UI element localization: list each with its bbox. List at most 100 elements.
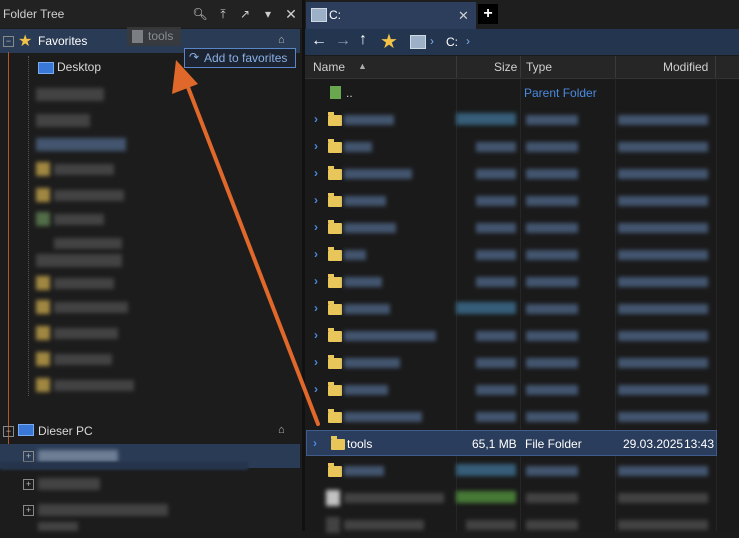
folder-icon [328, 463, 342, 477]
column-size[interactable]: Size [494, 60, 517, 74]
expand-chevron-icon[interactable]: › [314, 382, 318, 396]
file-row[interactable]: › [306, 323, 716, 349]
folder-icon [132, 30, 143, 43]
redacted-tree-item[interactable] [54, 190, 124, 201]
file-row[interactable]: › [306, 404, 716, 430]
expand-chevron-icon[interactable]: › [314, 247, 318, 261]
link-icon: ↷ [189, 50, 200, 64]
back-icon[interactable]: ← [311, 32, 327, 50]
expand-chevron-icon[interactable]: › [313, 436, 317, 450]
tree-item-drive[interactable]: + [0, 472, 300, 496]
redacted-tree-item[interactable] [54, 238, 122, 249]
file-row[interactable] [306, 458, 716, 484]
expand-chevron-icon[interactable]: › [314, 112, 318, 126]
folder-icon [328, 274, 342, 288]
pin-icon[interactable]: ⌂ [278, 424, 285, 436]
collapse-icon[interactable]: − [3, 36, 14, 47]
expand-chevron-icon[interactable]: › [314, 355, 318, 369]
up-icon[interactable]: ↑ [359, 31, 367, 49]
column-type[interactable]: Type [526, 60, 552, 74]
redacted-tree-item[interactable] [36, 88, 104, 101]
file-row[interactable]: › [306, 107, 716, 133]
column-name[interactable]: Name [313, 60, 345, 74]
close-icon[interactable]: ✕ [283, 6, 299, 22]
expand-chevron-icon[interactable]: › [314, 409, 318, 423]
breadcrumb-c-drive[interactable]: C: [446, 35, 458, 49]
favorites-label: Favorites [38, 34, 88, 48]
add-to-favorites-label: Add to favorites [204, 51, 288, 65]
file-row[interactable]: › [306, 269, 716, 295]
tree-guide-line [8, 52, 9, 458]
go-top-icon[interactable]: ⤒ [215, 6, 231, 22]
folder-icon [328, 193, 342, 207]
favorite-star-icon[interactable]: ★ [380, 29, 398, 54]
redacted-tree-item[interactable] [54, 302, 128, 313]
drive-icon [311, 8, 327, 22]
redacted-tree-item[interactable] [54, 278, 114, 289]
forward-icon[interactable]: → [335, 32, 351, 50]
expand-chevron-icon[interactable]: › [314, 328, 318, 342]
file-row[interactable] [306, 485, 716, 511]
folder-icon [328, 301, 342, 315]
folder-tree-title: Folder Tree [3, 7, 65, 21]
redacted-tree-item[interactable] [36, 254, 122, 267]
folder-icon [328, 139, 342, 153]
file-row[interactable]: › [306, 296, 716, 322]
folder-icon [328, 112, 342, 126]
expand-chevron-icon[interactable]: › [314, 193, 318, 207]
file-row[interactable]: › [306, 242, 716, 268]
expand-chevron-icon[interactable]: › [314, 139, 318, 153]
parent-folder-row[interactable]: .. Parent Folder [306, 80, 716, 106]
expand-icon[interactable]: + [23, 505, 34, 516]
sync-icon[interactable]: ↗ [237, 6, 253, 22]
breadcrumb-separator-icon[interactable]: › [430, 34, 434, 48]
redacted-tree-item[interactable] [54, 354, 112, 365]
folder-tree-header: Folder Tree 🔍︎ ⤒ ↗ ▾ ✕ [0, 0, 302, 28]
collapse-icon[interactable]: − [3, 426, 14, 437]
tree-item-drive[interactable]: + [0, 498, 300, 522]
folder-icon [331, 436, 345, 450]
search-icon[interactable]: 🔍︎ [192, 6, 208, 22]
drag-ghost: tools [127, 27, 181, 46]
expand-chevron-icon[interactable]: › [314, 166, 318, 180]
this-pc-label: Dieser PC [38, 424, 93, 438]
file-row[interactable]: › [306, 188, 716, 214]
file-row[interactable]: › [306, 215, 716, 241]
expand-icon[interactable]: + [23, 479, 34, 490]
tree-item-this-pc[interactable]: − Dieser PC ⌂ [0, 420, 300, 442]
redacted-tree-item[interactable] [54, 328, 118, 339]
breadcrumb-separator-icon[interactable]: › [466, 34, 470, 48]
new-tab-button[interactable]: + [478, 4, 498, 24]
star-icon: ★ [18, 33, 33, 50]
redacted-tree-item[interactable] [54, 164, 114, 175]
file-type: File Folder [525, 437, 582, 451]
pin-icon[interactable]: ⌂ [278, 34, 285, 46]
file-row[interactable]: › [306, 377, 716, 403]
parent-folder-name: .. [346, 86, 353, 100]
file-row[interactable] [306, 512, 716, 538]
address-bar: ← → ↑ ★ › C: › [305, 29, 739, 55]
expand-chevron-icon[interactable]: › [314, 301, 318, 315]
file-date: 29.03.2025 [623, 437, 684, 451]
redacted-tree-item[interactable] [54, 380, 134, 391]
file-row-selected[interactable]: › tools 65,1 MB File Folder 29.03.2025 1… [306, 430, 717, 456]
column-modified[interactable]: Modified [663, 60, 708, 74]
folder-icon [328, 328, 342, 342]
redacted-tree-item[interactable] [36, 114, 90, 127]
expand-chevron-icon[interactable]: › [314, 220, 318, 234]
redacted-tree-item[interactable] [54, 214, 104, 225]
redacted-tree-item[interactable] [36, 138, 126, 151]
expand-chevron-icon[interactable]: › [314, 274, 318, 288]
desktop-icon [38, 62, 54, 74]
tab-c-drive[interactable]: C: ✕ [306, 2, 476, 29]
drive-icon [410, 35, 426, 49]
file-row[interactable]: › [306, 161, 716, 187]
folder-icon [328, 355, 342, 369]
dropdown-icon[interactable]: ▾ [260, 6, 276, 22]
expand-icon[interactable]: + [23, 451, 34, 462]
file-row[interactable]: › [306, 134, 716, 160]
parent-folder-icon [330, 86, 341, 99]
close-tab-icon[interactable]: ✕ [458, 8, 469, 24]
file-row[interactable]: › [306, 350, 716, 376]
file-name: tools [347, 437, 373, 451]
